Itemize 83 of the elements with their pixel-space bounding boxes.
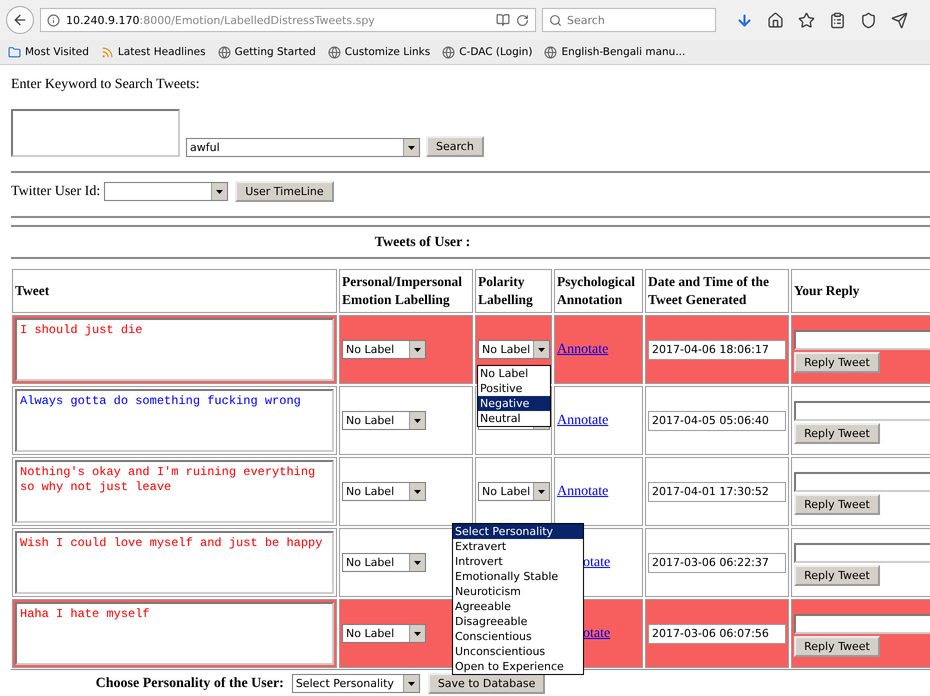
dropdown-option[interactable]: Select Personality (453, 524, 583, 539)
globe-icon (328, 46, 341, 58)
reply-tweet-button[interactable]: Reply Tweet (794, 494, 880, 515)
column-header: Polarity Labelling (475, 269, 552, 313)
home-icon[interactable] (767, 12, 784, 28)
bookmark-item[interactable]: Latest Headlines (100, 46, 206, 58)
reply-tweet-button[interactable]: Reply Tweet (794, 423, 880, 444)
bookmark-item[interactable]: Getting Started (218, 46, 316, 58)
caret-icon (216, 190, 224, 194)
tweet-text-area[interactable]: I should just die (15, 318, 334, 381)
keyword-select[interactable]: awful (186, 138, 420, 157)
bookmark-item[interactable]: Most Visited (8, 46, 89, 58)
caret-icon (538, 348, 545, 352)
back-button[interactable] (6, 6, 34, 34)
emotion-select[interactable]: No Label (342, 340, 426, 359)
emotion-select[interactable]: No Label (342, 482, 426, 501)
shield-icon[interactable] (860, 12, 877, 28)
tweet-text-area[interactable]: Nothing's okay and I'm ruining everything so why not just leave (15, 460, 334, 523)
reply-input[interactable] (794, 614, 930, 634)
annotate-link[interactable]: Annotate (557, 412, 608, 428)
download-icon[interactable] (736, 12, 753, 28)
column-header: Tweet (12, 269, 337, 313)
globe-icon (544, 46, 558, 58)
reload-icon[interactable] (516, 14, 529, 26)
caret-icon (414, 632, 421, 636)
star-icon[interactable] (798, 12, 815, 28)
bookmark-item[interactable]: C-DAC (Login) (442, 46, 532, 58)
caret-icon (414, 490, 421, 494)
search-prompt: Enter Keyword to Search Tweets: (11, 77, 200, 93)
emotion-select[interactable]: No Label (342, 411, 426, 430)
list-icon[interactable] (829, 12, 846, 28)
reply-tweet-button[interactable]: Reply Tweet (794, 636, 880, 657)
reply-input[interactable] (794, 401, 930, 421)
folder-icon (8, 46, 21, 58)
dropdown-option[interactable]: Negative (478, 396, 550, 411)
save-button[interactable]: Save to Database (428, 673, 546, 694)
section-heading: Tweets of User : (374, 235, 470, 250)
date-field[interactable]: 2017-04-06 18:06:17 (648, 340, 786, 360)
send-icon[interactable] (891, 12, 908, 28)
personality-label: Choose Personality of the User: (96, 676, 284, 692)
feed-icon (100, 46, 114, 58)
reply-input[interactable] (794, 543, 930, 563)
tweet-text-area[interactable]: Always gotta do something fucking wrong (15, 389, 334, 452)
info-icon[interactable] (47, 14, 60, 26)
date-field[interactable]: 2017-04-01 17:30:52 (648, 482, 786, 502)
user-id-select[interactable] (104, 182, 228, 201)
column-header: Your Reply (791, 269, 930, 313)
column-header: Personal/Impersonal Emotion Labelling (339, 269, 473, 313)
caret-icon (538, 490, 545, 494)
user-timeline-button[interactable]: User TimeLine (235, 181, 334, 202)
polarity-select[interactable]: No Label (478, 340, 550, 359)
reply-input[interactable] (794, 330, 930, 350)
caret-icon (414, 418, 421, 422)
tweet-text-area[interactable]: Wish I could love myself and just be happy (15, 531, 334, 594)
date-field[interactable]: 2017-03-06 06:07:56 (648, 624, 786, 644)
reply-input[interactable] (794, 472, 930, 492)
date-field[interactable]: 2017-04-05 05:06:40 (648, 410, 786, 430)
reply-tweet-button[interactable]: Reply Tweet (794, 352, 880, 373)
personality-select[interactable]: Select Personality (292, 674, 420, 693)
globe-icon (218, 46, 231, 58)
caret-icon (414, 560, 421, 564)
search-field[interactable]: Search (542, 8, 716, 32)
date-field[interactable]: 2017-03-06 06:22:37 (648, 552, 786, 572)
caret-icon (408, 146, 415, 150)
polarity-select[interactable]: No Label (478, 482, 550, 501)
search-icon (549, 14, 562, 26)
tweet-text-area[interactable]: Haha I hate myself (15, 602, 334, 665)
address-bar[interactable]: 10.240.9.170:8000/Emotion/LabelledDistressTweets.spy (40, 8, 536, 32)
annotate-link[interactable]: Annotate (557, 484, 608, 500)
bookmark-item[interactable]: Customize Links (328, 46, 430, 58)
caret-icon (408, 682, 415, 686)
column-header: Psychological Annotation (554, 269, 643, 313)
column-header: Date and Time of the Tweet Generated (645, 269, 789, 313)
reply-tweet-button[interactable]: Reply Tweet (794, 565, 880, 586)
user-id-label: Twitter User Id: (11, 184, 100, 200)
caret-icon (414, 348, 421, 352)
emotion-select[interactable]: No Label (342, 553, 426, 572)
emotion-select[interactable]: No Label (342, 624, 426, 643)
search-button[interactable]: Search (426, 136, 484, 157)
globe-icon (442, 46, 456, 58)
keyword-text-area[interactable] (11, 109, 180, 157)
bookmark-item[interactable]: English-Bengali manu... (544, 46, 686, 58)
reader-view-icon[interactable] (496, 13, 510, 27)
